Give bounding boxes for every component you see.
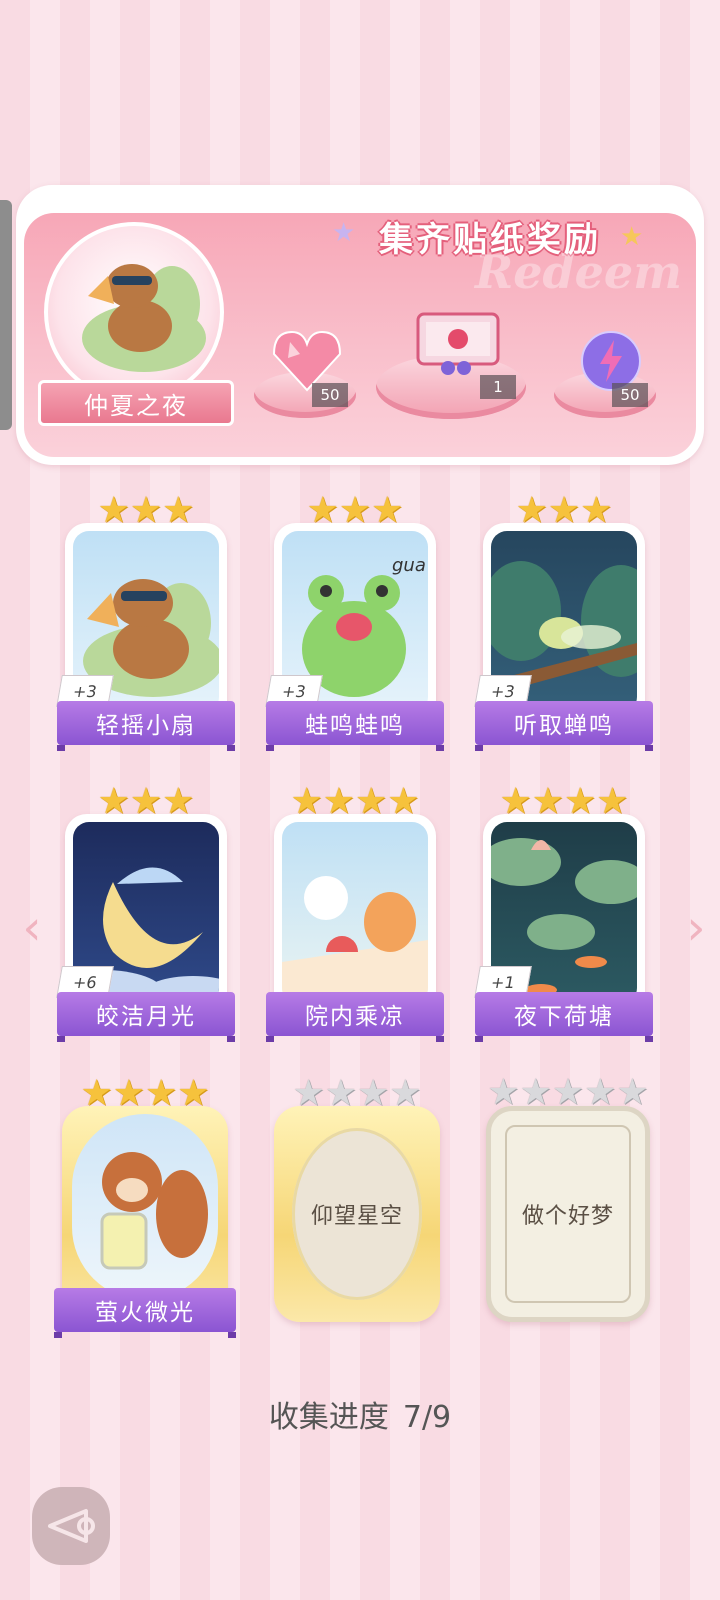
cats-watermelon-art [282, 822, 428, 1004]
sticker-card[interactable]: ★ ★ ★ +3 轻摇小扇 [56, 493, 235, 751]
progress-label: 收集进度 [268, 1400, 389, 1435]
collection-progress: 收集进度 7/9 [0, 1392, 720, 1436]
card-label: 轻摇小扇 [57, 701, 235, 751]
locked-sticker-card[interactable]: ★ ★ ★ ★ ★ 做个好梦 [486, 1075, 650, 1322]
sticker-card[interactable]: ★ ★ ★ ★ +1 夜下荷塘 [474, 784, 653, 1042]
star-rating: ★ ★ ★ [515, 490, 613, 531]
progress-value: 7/9 [402, 1400, 452, 1435]
reward-count: 50 [612, 383, 648, 407]
side-handle[interactable] [0, 200, 12, 430]
star-rating: ★ ★ ★ [97, 781, 195, 822]
sticker-card[interactable]: ★ ★ ★ ★ 院内乘凉 [266, 784, 444, 1042]
locked-sticker-card[interactable]: ★ ★ ★ ★ 仰望星空 [274, 1076, 440, 1322]
next-page-arrow-icon[interactable]: › [676, 900, 716, 956]
card-label: 听取蝉鸣 [475, 701, 653, 751]
star-rating: ★ ★ ★ ★ ★ [487, 1072, 649, 1113]
card-label: 夜下荷塘 [475, 992, 653, 1042]
sticker-card[interactable]: ★ ★ ★ gua +3 蛙鸣蛙鸣 [265, 493, 444, 751]
sticker-card[interactable]: ★ ★ ★ ★ 萤火微光 [54, 1076, 236, 1338]
banner-watermark: Redeem [475, 245, 682, 299]
star-rating: ★ ★ ★ ★ [290, 781, 420, 822]
sticker-card[interactable]: ★ ★ ★ +3 听取蝉鸣 [474, 493, 653, 751]
sticker-card[interactable]: ★ ★ ★ +6 皎洁月光 [56, 784, 235, 1042]
squirrel-firefly-art [72, 1114, 218, 1300]
reward-count: 50 [312, 383, 348, 407]
card-label: 萤火微光 [54, 1288, 236, 1338]
back-button[interactable] [32, 1487, 110, 1565]
star-rating: ★ ★ ★ [306, 490, 404, 531]
card-label: 院内乘凉 [266, 992, 444, 1042]
card-label: 蛙鸣蛙鸣 [266, 701, 444, 751]
frog-sound-text: gua [392, 555, 426, 576]
capybara-icon [82, 264, 206, 372]
theme-name-ribbon: 仲夏之夜 [38, 380, 234, 426]
locked-card-name: 做个好梦 [521, 1204, 614, 1229]
back-arrow-icon [48, 1509, 95, 1543]
star-rating: ★ ★ ★ [97, 490, 195, 531]
gift-box-icon[interactable] [408, 302, 508, 376]
star-rating: ★ ★ ★ ★ [499, 781, 629, 822]
star-rating: ★ ★ ★ ★ [80, 1073, 210, 1114]
prev-page-arrow-icon[interactable]: ‹ [12, 900, 52, 956]
star-deco-icon: ★ [332, 218, 356, 248]
locked-card-name: 仰望星空 [310, 1204, 403, 1229]
card-label: 皎洁月光 [57, 992, 235, 1042]
theme-avatar[interactable] [44, 222, 224, 402]
reward-count: 1 [480, 375, 516, 399]
